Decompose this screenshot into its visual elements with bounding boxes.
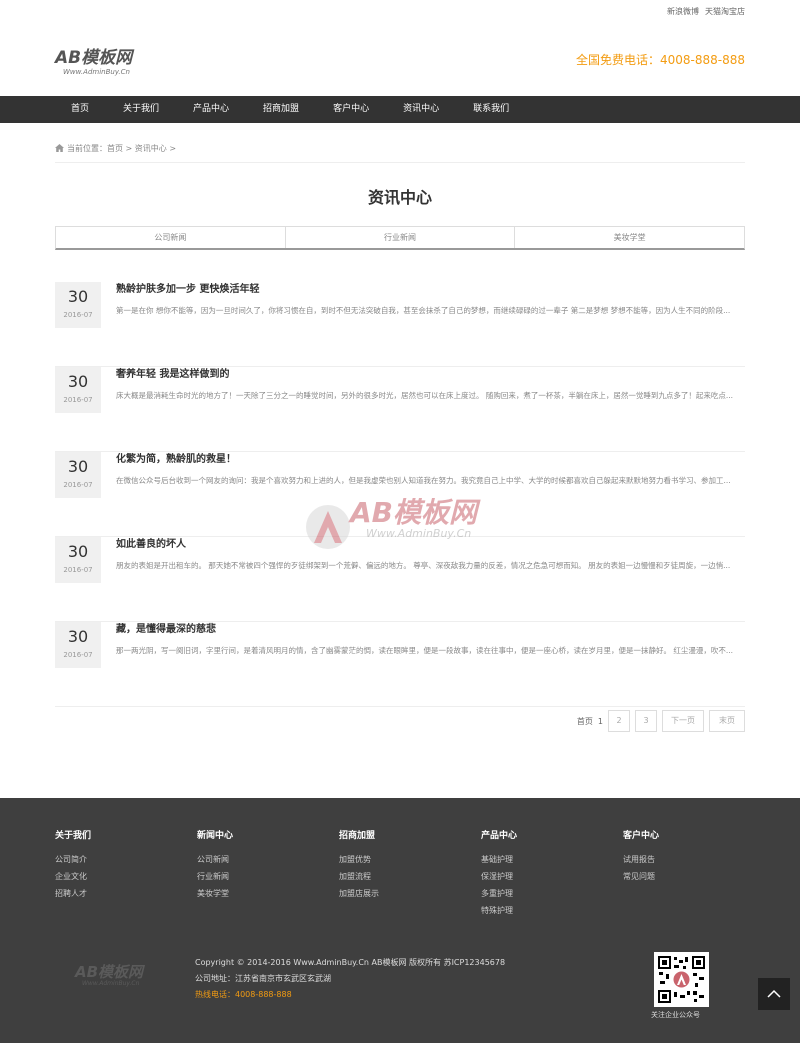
footer-logo-subtext: Www.AdminBuy.Cn bbox=[82, 980, 140, 987]
page-3-button[interactable]: 3 bbox=[635, 710, 657, 732]
qr-code bbox=[654, 952, 709, 1007]
date-day: 30 bbox=[67, 457, 89, 476]
footer-column-title[interactable]: 新闻中心 bbox=[197, 828, 233, 841]
footer-column-news: 新闻中心 公司新闻 行业新闻 美妆学堂 bbox=[197, 828, 233, 902]
footer-link[interactable]: 加盟优势 bbox=[339, 851, 379, 868]
weibo-link[interactable]: 新浪微博 bbox=[667, 6, 699, 17]
date-month: 2016-07 bbox=[63, 396, 93, 404]
pager-label: 首页 bbox=[576, 716, 593, 726]
breadcrumb-text: 当前位置：首页 > 资讯中心 > bbox=[67, 144, 177, 153]
news-title[interactable]: 熟龄护肤多加一步 更快焕活年轻 bbox=[116, 280, 259, 295]
news-summary: 第一是在你 想你不能等，因为一旦时间久了，你将习惯在自，到时不但无法突破自我，甚… bbox=[116, 306, 731, 315]
footer-link[interactable]: 美妆学堂 bbox=[197, 885, 233, 902]
footer-link[interactable]: 特殊护理 bbox=[481, 902, 517, 919]
footer-column-title[interactable]: 关于我们 bbox=[55, 828, 91, 841]
footer-link[interactable]: 企业文化 bbox=[55, 868, 91, 885]
main-nav: 首页 关于我们 产品中心 招商加盟 客户中心 资讯中心 联系我们 bbox=[0, 96, 800, 123]
news-summary: 那一两光阴，写一阕旧词，字里行间，是着清风明月的情，含了幽雾蒙茫的惆，读在眼眸里… bbox=[116, 646, 734, 655]
date-box: 30 2016-07 bbox=[55, 282, 101, 328]
nav-item-contact[interactable]: 联系我们 bbox=[456, 96, 526, 123]
category-tabs: 公司新闻 行业新闻 美妆学堂 bbox=[55, 226, 745, 250]
footer-link[interactable]: 常见问题 bbox=[623, 868, 659, 885]
footer: 关于我们 公司简介 企业文化 招聘人才 新闻中心 公司新闻 行业新闻 美妆学堂 … bbox=[0, 798, 800, 1043]
next-page-button[interactable]: 下一页 bbox=[662, 710, 704, 732]
news-title[interactable]: 如此善良的坏人 bbox=[116, 535, 186, 550]
footer-info: Copyright © 2014-2016 Www.AdminBuy.Cn AB… bbox=[195, 955, 505, 1003]
logo-subtext: Www.AdminBuy.Cn bbox=[63, 68, 130, 76]
tab-beauty-school[interactable]: 美妆学堂 bbox=[515, 227, 744, 248]
date-box: 30 2016-07 bbox=[55, 452, 101, 498]
date-month: 2016-07 bbox=[63, 566, 93, 574]
news-summary: 在微信公众号后台收到一个网友的询问：我是个喜欢努力和上进的人，但是我虚荣也别人知… bbox=[116, 476, 731, 485]
footer-column-products: 产品中心 基础护理 保湿护理 多重护理 特殊护理 bbox=[481, 828, 517, 919]
footer-column-about: 关于我们 公司简介 企业文化 招聘人才 bbox=[55, 828, 91, 902]
footer-link[interactable]: 公司简介 bbox=[55, 851, 91, 868]
footer-column-title[interactable]: 产品中心 bbox=[481, 828, 517, 841]
date-month: 2016-07 bbox=[63, 311, 93, 319]
nav-item-about[interactable]: 关于我们 bbox=[106, 96, 176, 123]
news-title[interactable]: 奢养年轻 我是这样做到的 bbox=[116, 365, 229, 380]
pager-current: 1 bbox=[597, 716, 603, 726]
list-item[interactable]: 30 2016-07 熟龄护肤多加一步 更快焕活年轻 第一是在你 想你不能等，因… bbox=[55, 282, 745, 367]
footer-link[interactable]: 行业新闻 bbox=[197, 868, 233, 885]
breadcrumb: 当前位置：首页 > 资讯中心 > bbox=[55, 143, 176, 154]
date-day: 30 bbox=[67, 372, 89, 391]
footer-link[interactable]: 基础护理 bbox=[481, 851, 517, 868]
date-day: 30 bbox=[67, 287, 89, 306]
nav-item-customer[interactable]: 客户中心 bbox=[316, 96, 386, 123]
footer-column-customer: 客户中心 试用报告 常见问题 bbox=[623, 828, 659, 885]
news-title[interactable]: 化繁为简，熟龄肌的救星！ bbox=[116, 450, 236, 465]
footer-column-title[interactable]: 招商加盟 bbox=[339, 828, 379, 841]
footer-link[interactable]: 招聘人才 bbox=[55, 885, 91, 902]
qr-caption: 关注企业公众号 bbox=[651, 1011, 700, 1019]
address-text: 公司地址：江苏省南京市玄武区玄武湖 bbox=[195, 974, 331, 983]
hotline-text: 热线电话：4008-888-888 bbox=[195, 990, 292, 999]
list-item[interactable]: 30 2016-07 藏，是懂得最深的慈悲 那一两光阴，写一阕旧词，字里行间，是… bbox=[55, 622, 745, 707]
footer-link[interactable]: 加盟店展示 bbox=[339, 885, 379, 902]
list-item[interactable]: 30 2016-07 如此善良的坏人 朋友的表姐是开出租车的。 那天她不常被四个… bbox=[55, 537, 745, 622]
footer-link[interactable]: 多重护理 bbox=[481, 885, 517, 902]
date-box: 30 2016-07 bbox=[55, 622, 101, 668]
footer-link[interactable]: 试用报告 bbox=[623, 851, 659, 868]
home-icon bbox=[55, 143, 64, 154]
last-page-button[interactable]: 末页 bbox=[709, 710, 745, 732]
footer-link[interactable]: 保湿护理 bbox=[481, 868, 517, 885]
page-title: 资讯中心 bbox=[367, 188, 432, 207]
footer-link[interactable]: 加盟流程 bbox=[339, 868, 379, 885]
pagination: 首页 1 2 3 下一页 末页 bbox=[577, 710, 745, 732]
nav-item-home[interactable]: 首页 bbox=[55, 96, 106, 123]
list-item[interactable]: 30 2016-07 奢养年轻 我是这样做到的 床大概是最消耗生命时光的地方了！… bbox=[55, 367, 745, 452]
tab-industry-news[interactable]: 行业新闻 bbox=[286, 227, 516, 248]
tmall-link[interactable]: 天猫淘宝店 bbox=[705, 6, 745, 17]
copyright-text: Copyright © 2014-2016 Www.AdminBuy.Cn AB… bbox=[195, 958, 506, 967]
back-to-top-button[interactable] bbox=[758, 978, 790, 1010]
chevron-up-icon bbox=[758, 989, 790, 1013]
news-title[interactable]: 藏，是懂得最深的慈悲 bbox=[116, 620, 216, 635]
date-box: 30 2016-07 bbox=[55, 367, 101, 413]
footer-column-title[interactable]: 客户中心 bbox=[623, 828, 659, 841]
date-month: 2016-07 bbox=[63, 651, 93, 659]
tab-company-news[interactable]: 公司新闻 bbox=[56, 227, 286, 248]
date-month: 2016-07 bbox=[63, 481, 93, 489]
footer-column-franchise: 招商加盟 加盟优势 加盟流程 加盟店展示 bbox=[339, 828, 379, 902]
site-logo[interactable]: AB模板网 Www.AdminBuy.Cn bbox=[55, 43, 132, 76]
footer-link[interactable]: 公司新闻 bbox=[197, 851, 233, 868]
news-summary: 床大概是最消耗生命时光的地方了！一天除了三分之一的睡觉时间，另外的很多时光，居然… bbox=[116, 391, 734, 400]
date-day: 30 bbox=[67, 542, 89, 561]
top-links: 新浪微博 天猫淘宝店 bbox=[667, 6, 745, 17]
news-summary: 朋友的表姐是开出租车的。 那天她不常被四个强悍的歹徒绑架到一个荒僻、偏远的地方。… bbox=[116, 561, 731, 570]
list-item[interactable]: 30 2016-07 化繁为简，熟龄肌的救星！ 在微信公众号后台收到一个网友的询… bbox=[55, 452, 745, 537]
page-2-button[interactable]: 2 bbox=[608, 710, 630, 732]
footer-logo[interactable]: AB模板网 bbox=[75, 961, 143, 982]
nav-item-franchise[interactable]: 招商加盟 bbox=[246, 96, 316, 123]
hotline: 全国免费电话：4008-888-888 bbox=[575, 53, 745, 67]
nav-item-news[interactable]: 资讯中心 bbox=[386, 96, 456, 123]
divider bbox=[55, 162, 745, 163]
logo-text: AB模板网 bbox=[55, 48, 133, 68]
date-box: 30 2016-07 bbox=[55, 537, 101, 583]
date-day: 30 bbox=[67, 627, 89, 646]
nav-item-products[interactable]: 产品中心 bbox=[176, 96, 246, 123]
